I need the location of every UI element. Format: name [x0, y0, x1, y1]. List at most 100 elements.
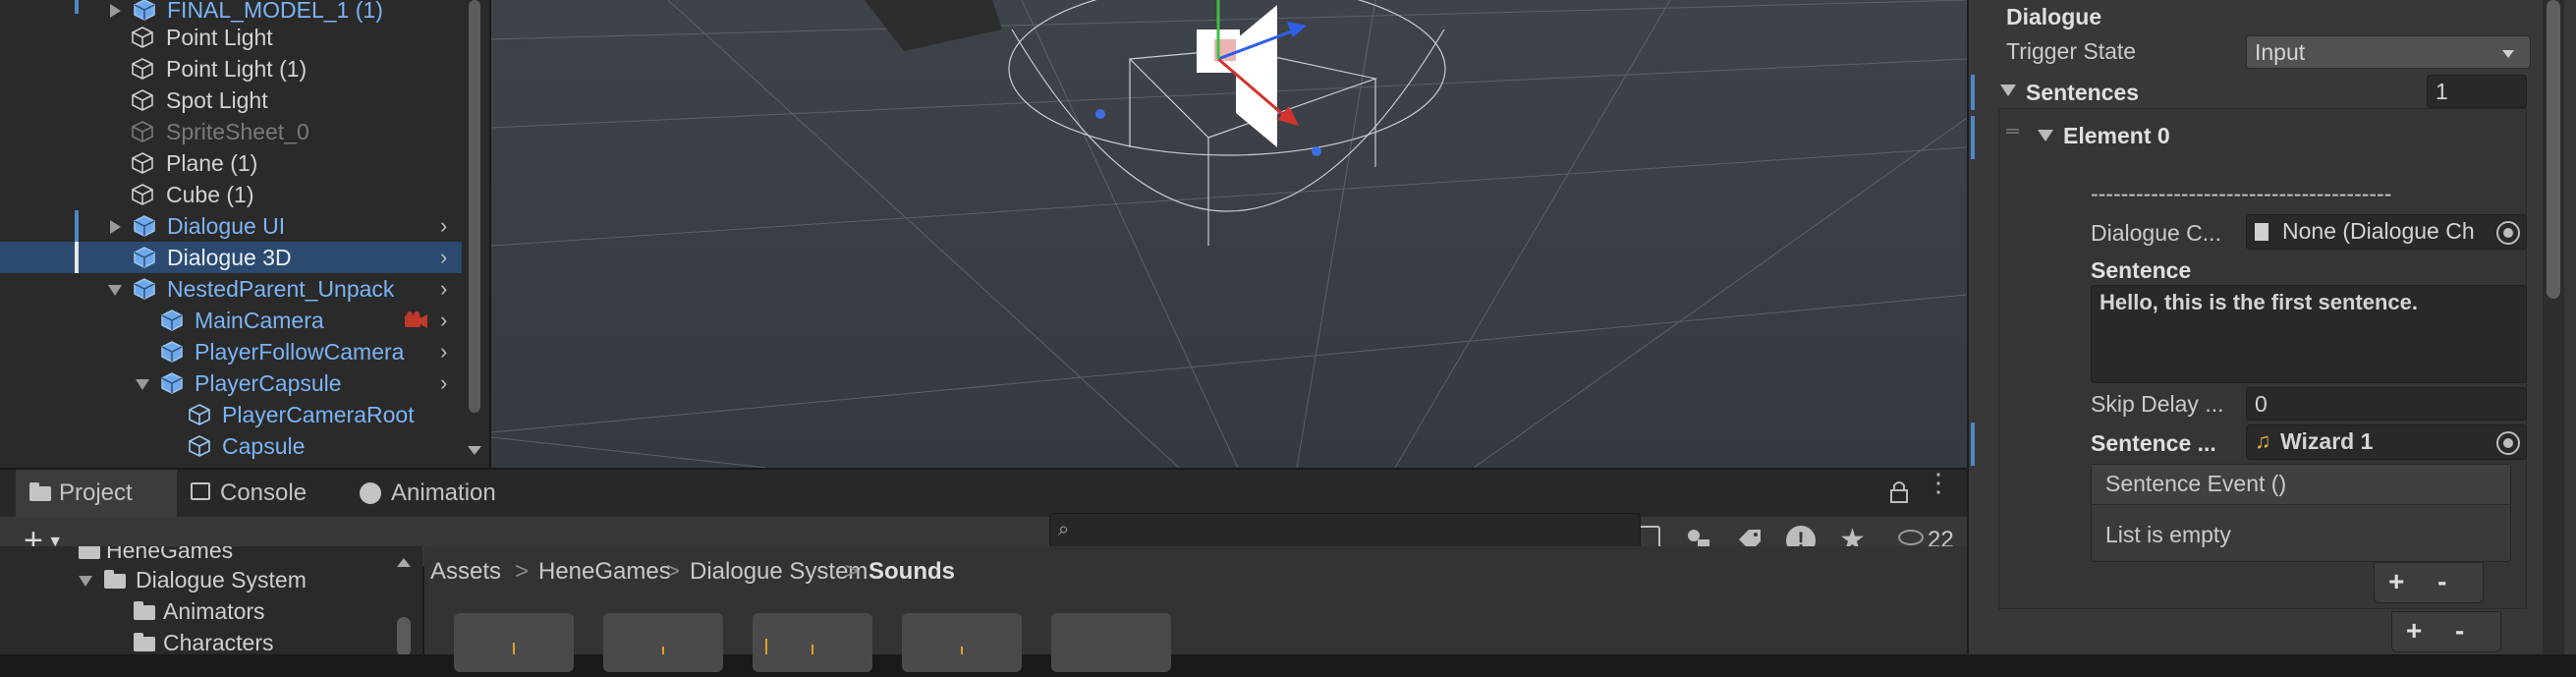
- asset-thumbnail[interactable]: [902, 613, 1022, 672]
- scrollbar-thumb[interactable]: [469, 0, 480, 413]
- hierarchy-row[interactable]: Dialogue UI ›: [0, 210, 462, 242]
- open-prefab-chevron-icon[interactable]: ›: [440, 372, 447, 394]
- skip-delay-field[interactable]: 0: [2246, 387, 2527, 421]
- hierarchy-row-selected[interactable]: Dialogue 3D ›: [0, 242, 462, 273]
- folder-icon: [134, 633, 155, 651]
- sentence-label: Sentence: [2091, 257, 2192, 283]
- hierarchy-row[interactable]: Point Light: [0, 22, 462, 53]
- search-input[interactable]: ⌕: [1049, 513, 1641, 548]
- element-label: Element 0: [2063, 123, 2170, 148]
- collapse-arrow-icon[interactable]: [2038, 130, 2053, 141]
- tab-console[interactable]: Console: [181, 470, 338, 517]
- skip-delay-label: Skip Delay ...: [2091, 391, 2224, 417]
- gameobject-cube-icon: [132, 121, 153, 142]
- list-add-button[interactable]: +: [2406, 616, 2422, 646]
- folder-icon: [29, 482, 51, 501]
- scroll-down-arrow-icon[interactable]: [468, 446, 481, 455]
- breadcrumb-item[interactable]: Dialogue System: [690, 556, 868, 588]
- open-prefab-chevron-icon[interactable]: ›: [440, 247, 447, 268]
- scroll-up-arrow-icon[interactable]: [397, 558, 411, 567]
- hierarchy-row[interactable]: PlayerCapsule ›: [0, 367, 462, 399]
- divider-text: ----------------------------------------: [2091, 181, 2392, 206]
- breadcrumb-separator: >: [845, 558, 860, 585]
- prefab-cube-icon: [134, 215, 155, 237]
- hierarchy-row[interactable]: Cube (1): [0, 179, 462, 210]
- hierarchy-label: SpriteSheet_0: [166, 119, 309, 144]
- object-picker-icon[interactable]: [2496, 221, 2520, 245]
- scene-canvas[interactable]: [491, 0, 1967, 468]
- hierarchy-row[interactable]: SpriteSheet_0: [0, 116, 462, 147]
- collapse-arrow-icon[interactable]: [79, 576, 92, 587]
- hierarchy-label: Spot Light: [166, 87, 268, 113]
- folder-icon: [134, 601, 155, 620]
- sentences-count: 1: [2436, 79, 2448, 104]
- sentence-textarea[interactable]: Hello, this is the first sentence.: [2091, 285, 2527, 383]
- list-remove-button[interactable]: -: [2455, 616, 2464, 646]
- collapse-arrow-icon[interactable]: [136, 379, 149, 390]
- expand-arrow-icon[interactable]: [110, 4, 121, 18]
- gameobject-cube-icon: [132, 27, 153, 48]
- gameobject-cube-icon: [189, 435, 210, 457]
- hierarchy-row[interactable]: Capsule: [0, 430, 462, 462]
- folder-label: Animators: [163, 598, 265, 624]
- tab-label: Project: [59, 480, 133, 506]
- hierarchy-row[interactable]: MainCamera ›: [0, 305, 462, 336]
- drag-handle-icon[interactable]: ═: [2006, 116, 2019, 145]
- sentence-sound-value: Wizard 1: [2280, 428, 2374, 454]
- tab-label: Console: [220, 480, 308, 506]
- scrollbar-thumb[interactable]: [2547, 0, 2560, 299]
- sentence-sound-field[interactable]: ♫ Wizard 1: [2246, 424, 2527, 460]
- breadcrumb-current[interactable]: Sounds: [868, 556, 955, 588]
- lock-icon[interactable]: [1888, 480, 1910, 505]
- bottom-tab-bar: Project Console Animation ⋮: [0, 470, 1967, 518]
- hierarchy-row[interactable]: Point Light (1): [0, 53, 462, 85]
- expand-arrow-icon[interactable]: [110, 220, 121, 234]
- tab-project[interactable]: Project: [16, 470, 177, 517]
- scene-view[interactable]: [491, 0, 1967, 468]
- collapse-arrow-icon[interactable]: [108, 285, 122, 296]
- hierarchy-scrollbar[interactable]: [466, 0, 483, 468]
- trigger-state-dropdown[interactable]: Input: [2246, 35, 2531, 69]
- hierarchy-label: PlayerFollowCamera: [195, 339, 405, 365]
- gizmo-handle[interactable]: [1312, 146, 1321, 156]
- console-icon: [191, 482, 210, 500]
- folder-icon: [79, 546, 100, 559]
- asset-thumbnail[interactable]: [603, 613, 723, 672]
- hierarchy-row[interactable]: Plane (1): [0, 147, 462, 179]
- hierarchy-label: PlayerCameraRoot: [222, 402, 415, 427]
- hierarchy-panel: FINAL_MODEL_1 (1) Point Light Point Ligh…: [0, 0, 489, 468]
- override-indicator: [1971, 75, 1975, 110]
- inspector-scrollbar[interactable]: [2543, 0, 2564, 654]
- open-prefab-chevron-icon[interactable]: ›: [440, 341, 447, 363]
- open-prefab-chevron-icon[interactable]: ›: [440, 310, 447, 331]
- asset-thumbnail[interactable]: [454, 613, 574, 672]
- breadcrumb-item[interactable]: HeneGames: [538, 556, 671, 588]
- audio-clip-icon: ♫: [2255, 428, 2271, 453]
- event-add-button[interactable]: +: [2388, 567, 2404, 596]
- asset-thumbnail[interactable]: [753, 613, 872, 672]
- more-menu-icon[interactable]: ⋮: [1926, 470, 1951, 507]
- hierarchy-row[interactable]: PlayerCameraRoot: [0, 399, 462, 430]
- event-remove-button[interactable]: -: [2437, 567, 2446, 596]
- dialogue-character-field[interactable]: None (Dialogue Ch: [2246, 214, 2527, 250]
- hierarchy-row[interactable]: NestedParent_Unpack ›: [0, 273, 462, 305]
- folder-tree: HeneGames Dialogue System Animators Char…: [0, 546, 422, 654]
- collapse-arrow-icon[interactable]: [2000, 85, 2016, 96]
- sentences-label: Sentences: [2026, 80, 2140, 105]
- folder-open-icon: [104, 570, 126, 589]
- hierarchy-row[interactable]: PlayerFollowCamera ›: [0, 336, 462, 367]
- gameobject-cube-icon: [189, 404, 210, 425]
- scrollbar-thumb[interactable]: [397, 617, 411, 654]
- tab-animation[interactable]: Animation: [350, 470, 523, 517]
- asset-thumbnail[interactable]: [1051, 613, 1171, 672]
- object-picker-icon[interactable]: [2496, 431, 2520, 455]
- breadcrumb-item[interactable]: Assets: [430, 556, 501, 588]
- gizmo-handle[interactable]: [1095, 109, 1105, 119]
- prefab-cube-icon: [161, 341, 183, 363]
- prefab-override-bar: [75, 210, 79, 242]
- hidden-eye-icon[interactable]: [1898, 530, 1924, 545]
- hierarchy-row[interactable]: Spot Light: [0, 85, 462, 116]
- open-prefab-chevron-icon[interactable]: ›: [440, 278, 447, 300]
- open-prefab-chevron-icon[interactable]: ›: [440, 215, 447, 237]
- sentences-size-field[interactable]: 1: [2427, 75, 2527, 108]
